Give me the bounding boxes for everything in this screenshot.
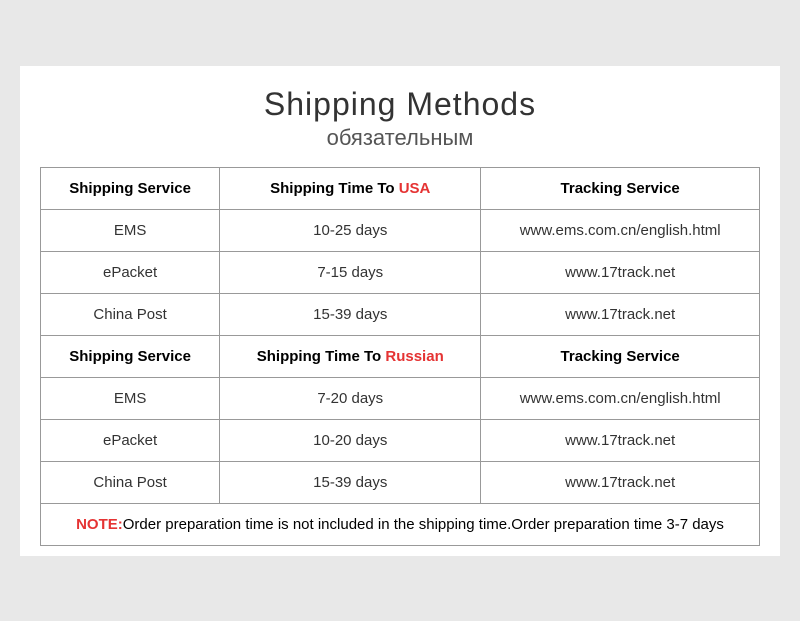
main-container: Shipping Methods обязательным Shipping S… xyxy=(20,66,780,556)
usa-row2-tracking: www.17track.net xyxy=(481,251,760,293)
usa-row-1: EMS 10-25 days www.ems.com.cn/english.ht… xyxy=(41,209,760,251)
usa-col1-header: Shipping Service xyxy=(41,167,220,209)
russian-col2-header: Shipping Time To Russian xyxy=(220,335,481,377)
russian-col2-header-highlight: Russian xyxy=(385,348,443,365)
usa-row3-tracking: www.17track.net xyxy=(481,293,760,335)
usa-row3-time: 15-39 days xyxy=(220,293,481,335)
usa-row1-tracking: www.ems.com.cn/english.html xyxy=(481,209,760,251)
sub-title: обязательным xyxy=(40,125,760,151)
usa-col2-header: Shipping Time To USA xyxy=(220,167,481,209)
note-cell: NOTE:Order preparation time is not inclu… xyxy=(41,503,760,545)
russian-col1-header: Shipping Service xyxy=(41,335,220,377)
shipping-table: Shipping Service Shipping Time To USA Tr… xyxy=(40,167,760,546)
note-text: Order preparation time is not included i… xyxy=(123,516,724,533)
usa-col3-header: Tracking Service xyxy=(481,167,760,209)
russian-row2-time: 10-20 days xyxy=(220,419,481,461)
russian-row-2: ePacket 10-20 days www.17track.net xyxy=(41,419,760,461)
usa-row-2: ePacket 7-15 days www.17track.net xyxy=(41,251,760,293)
usa-col2-header-highlight: USA xyxy=(399,180,431,197)
usa-row3-service: China Post xyxy=(41,293,220,335)
title-section: Shipping Methods обязательным xyxy=(40,86,760,151)
note-label: NOTE: xyxy=(76,516,123,533)
russian-row1-time: 7-20 days xyxy=(220,377,481,419)
russian-row1-tracking: www.ems.com.cn/english.html xyxy=(481,377,760,419)
russian-col2-header-prefix: Shipping Time To xyxy=(257,348,386,365)
russian-row3-tracking: www.17track.net xyxy=(481,461,760,503)
russian-row3-service: China Post xyxy=(41,461,220,503)
usa-row-3: China Post 15-39 days www.17track.net xyxy=(41,293,760,335)
usa-row1-time: 10-25 days xyxy=(220,209,481,251)
russian-row3-time: 15-39 days xyxy=(220,461,481,503)
usa-row1-service: EMS xyxy=(41,209,220,251)
usa-col2-header-prefix: Shipping Time To xyxy=(270,180,399,197)
usa-header-row: Shipping Service Shipping Time To USA Tr… xyxy=(41,167,760,209)
russian-header-row: Shipping Service Shipping Time To Russia… xyxy=(41,335,760,377)
note-row: NOTE:Order preparation time is not inclu… xyxy=(41,503,760,545)
russian-row-1: EMS 7-20 days www.ems.com.cn/english.htm… xyxy=(41,377,760,419)
main-title: Shipping Methods xyxy=(40,86,760,123)
russian-row1-service: EMS xyxy=(41,377,220,419)
russian-col3-header: Tracking Service xyxy=(481,335,760,377)
usa-row2-service: ePacket xyxy=(41,251,220,293)
usa-row2-time: 7-15 days xyxy=(220,251,481,293)
russian-row2-tracking: www.17track.net xyxy=(481,419,760,461)
russian-row2-service: ePacket xyxy=(41,419,220,461)
russian-row-3: China Post 15-39 days www.17track.net xyxy=(41,461,760,503)
